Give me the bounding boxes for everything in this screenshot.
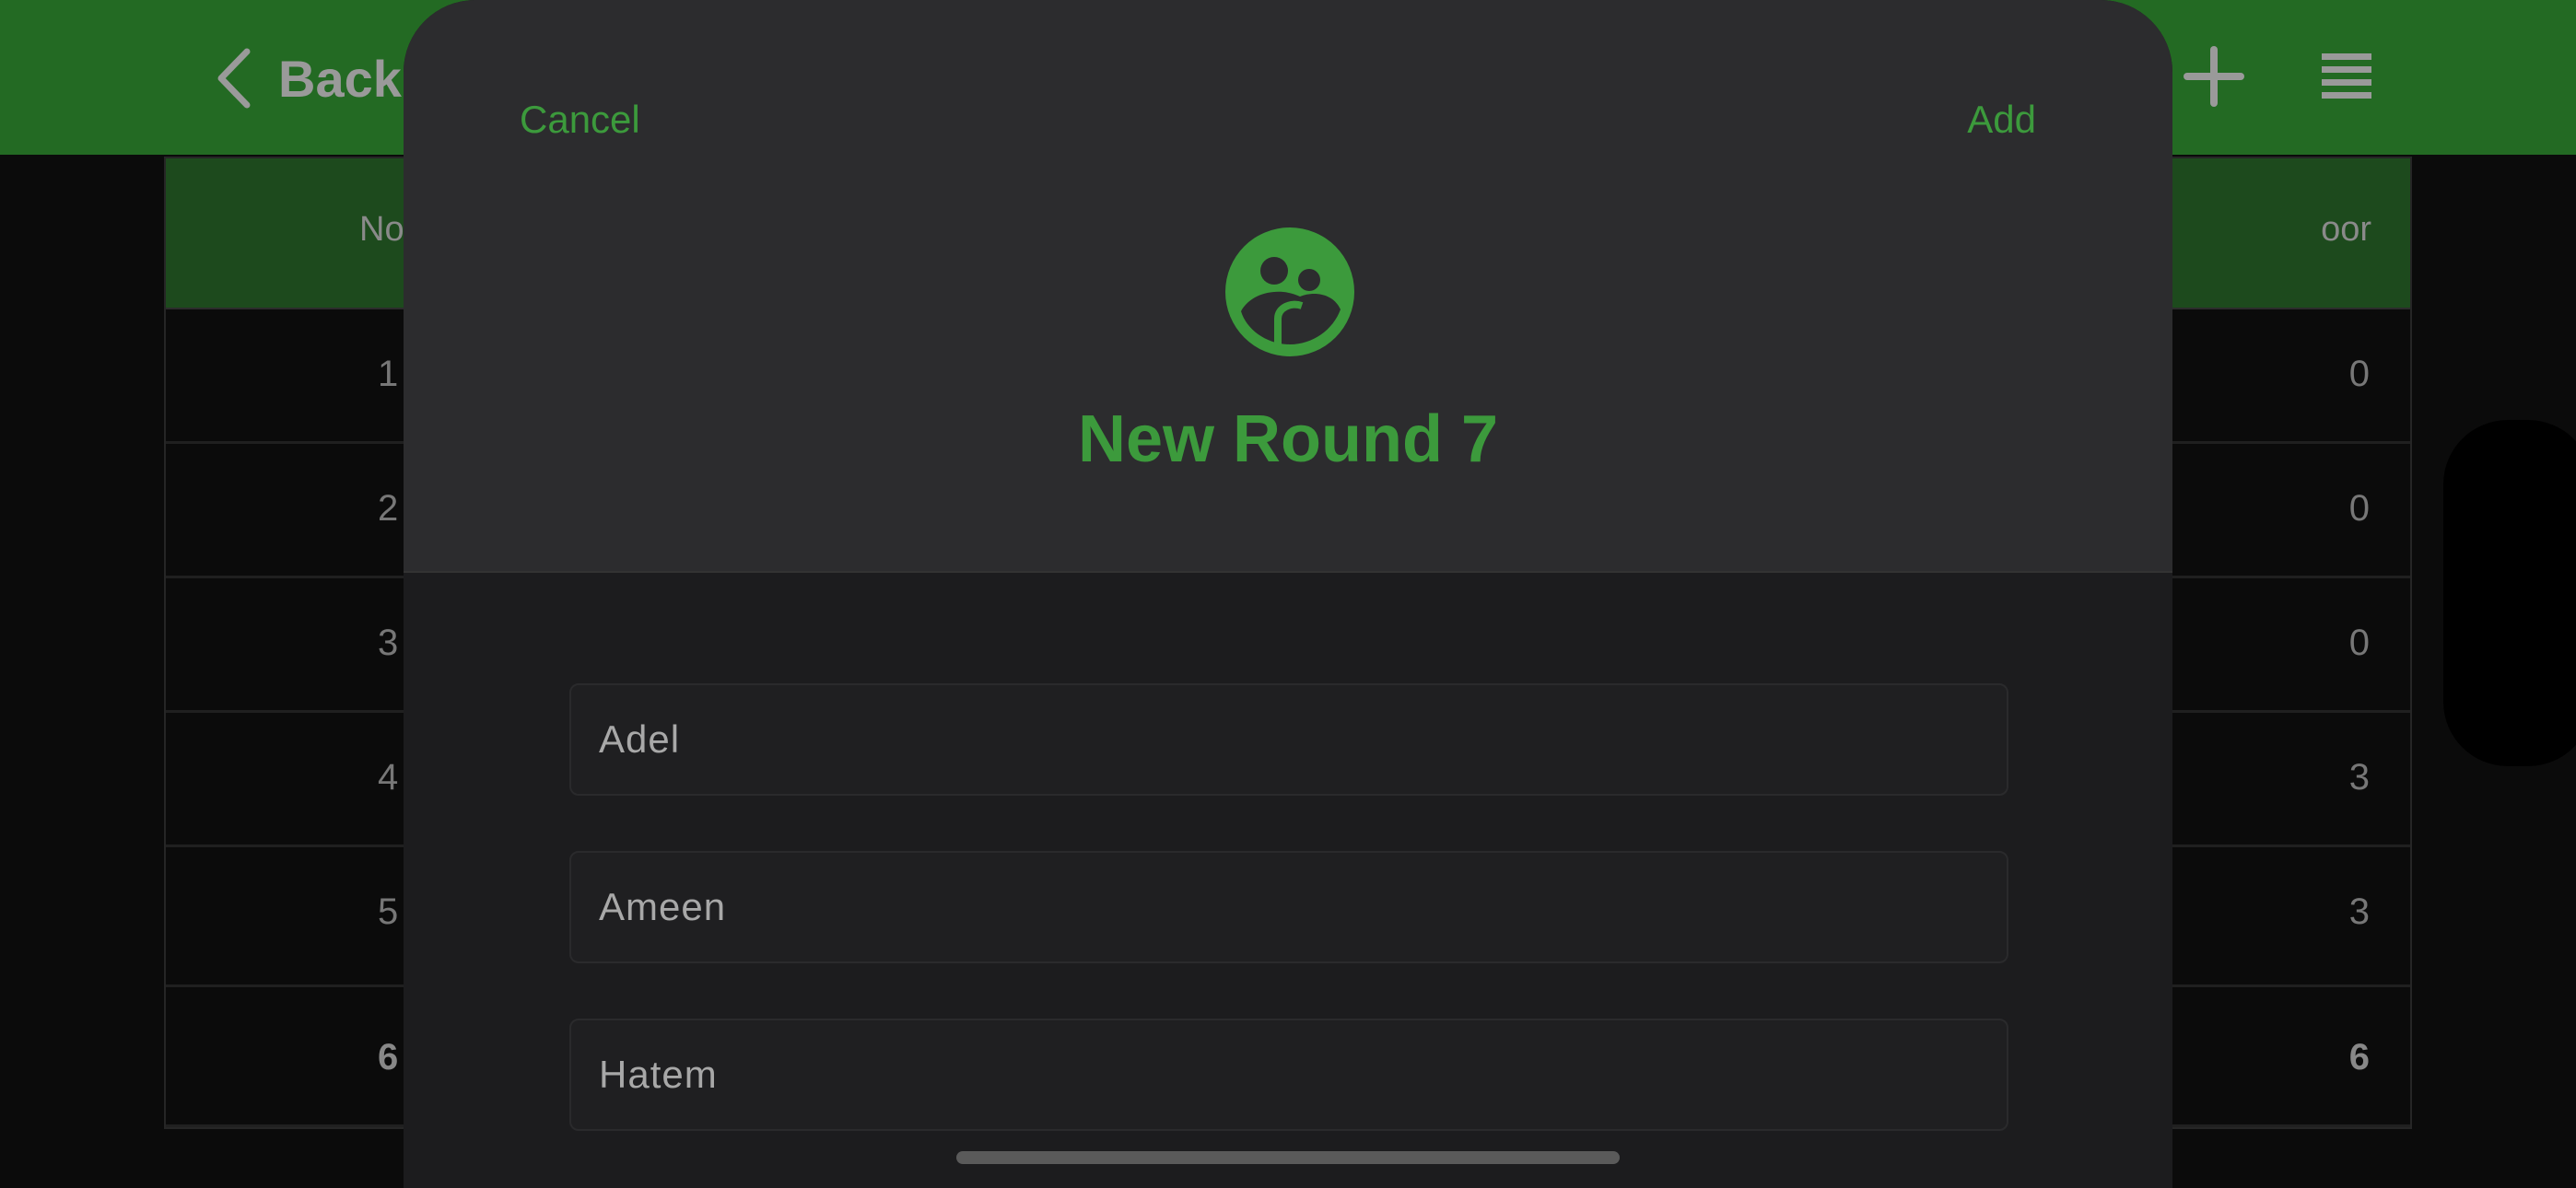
- list-icon: [2322, 53, 2371, 99]
- add-icon[interactable]: [2182, 44, 2246, 109]
- total-number: 6: [378, 1037, 399, 1077]
- player-name-field[interactable]: Ameen: [569, 851, 2008, 963]
- player-name-field[interactable]: Adel: [569, 683, 2008, 796]
- row-score: 3: [2348, 757, 2370, 798]
- row-number: 4: [378, 757, 399, 798]
- sheet-header: Cancel Add New Round 7: [404, 0, 2172, 573]
- row-score: 0: [2348, 488, 2370, 529]
- round-title: New Round 7: [1077, 402, 1498, 476]
- total-score: 6: [2348, 1037, 2370, 1077]
- back-button[interactable]: Back: [212, 42, 402, 114]
- row-score: 0: [2348, 623, 2370, 663]
- group-icon: [1224, 227, 1355, 357]
- row-score: 3: [2348, 891, 2370, 932]
- plus-icon: [2184, 46, 2244, 107]
- home-indicator[interactable]: [956, 1151, 1620, 1164]
- row-number: 2: [378, 488, 399, 529]
- add-button[interactable]: Add: [1967, 98, 2036, 142]
- scroll-handle[interactable]: [2443, 420, 2576, 766]
- column-header-number: No: [359, 210, 404, 249]
- menu-button[interactable]: [2314, 44, 2379, 109]
- row-score: 0: [2348, 354, 2370, 394]
- back-label: Back: [278, 49, 402, 108]
- player-name-field[interactable]: Hatem: [569, 1019, 2008, 1131]
- cancel-button[interactable]: Cancel: [520, 98, 640, 142]
- chevron-left-icon: [217, 48, 251, 109]
- column-header-score: oor: [2321, 210, 2371, 249]
- new-round-sheet: Cancel Add New Round 7 Adel Ameen Hatem: [404, 0, 2172, 1188]
- row-number: 5: [378, 891, 399, 932]
- row-number: 3: [378, 623, 399, 663]
- row-number: 1: [378, 354, 399, 394]
